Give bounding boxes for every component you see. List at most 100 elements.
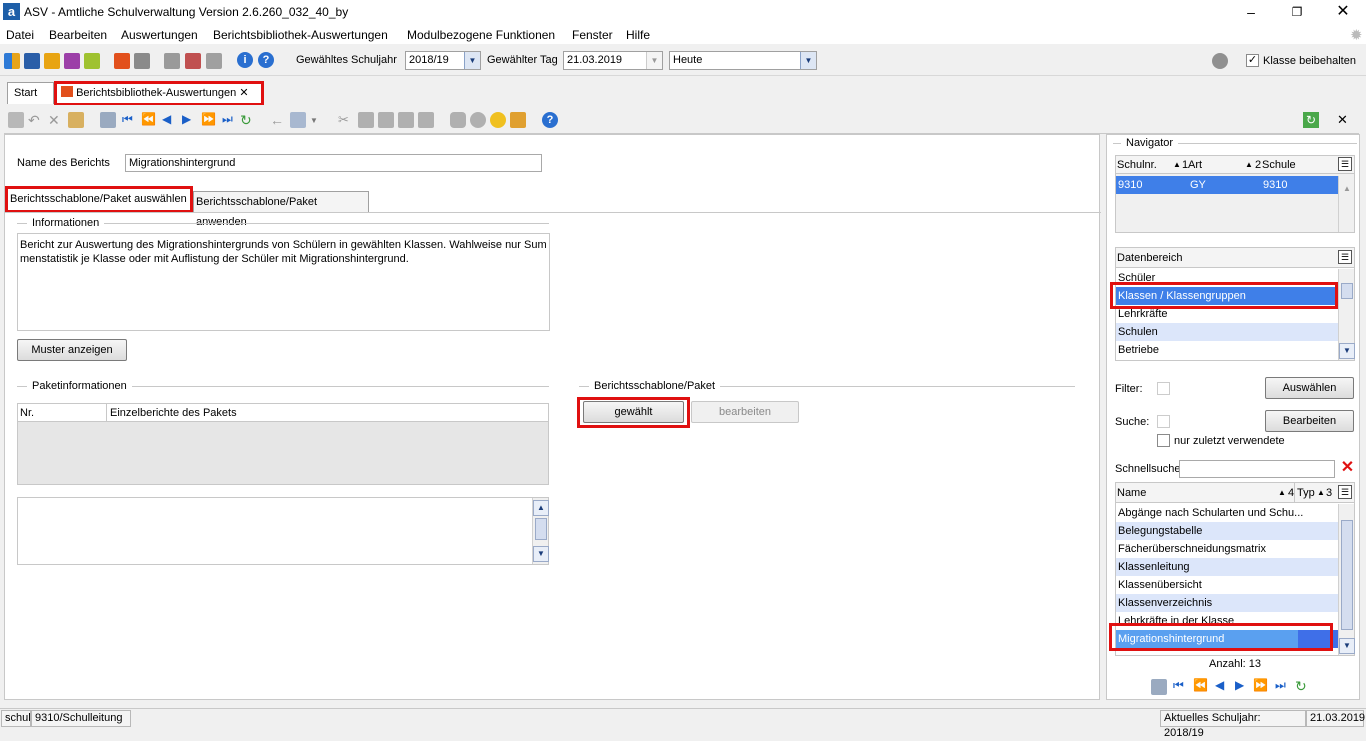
menu-auswertungen[interactable]: Auswertungen	[121, 28, 198, 42]
class-icon[interactable]	[24, 53, 40, 69]
document-icon[interactable]	[1151, 679, 1167, 695]
info-icon[interactable]: i	[237, 52, 253, 68]
help-icon[interactable]: ?	[542, 112, 558, 128]
column-chooser-icon[interactable]: ☰	[1338, 485, 1352, 499]
clipboard-icon[interactable]	[398, 112, 414, 128]
refresh-icon[interactable]: ↻	[240, 112, 252, 129]
search-doc-icon[interactable]	[470, 112, 486, 128]
menu-fenster[interactable]: Fenster	[572, 28, 613, 42]
scroll-down-icon[interactable]: ▼	[533, 546, 549, 562]
scroll-up-icon[interactable]: ▲	[533, 500, 549, 516]
schnellsuche-input[interactable]	[1179, 460, 1335, 478]
last-icon[interactable]: ⏭	[222, 112, 233, 127]
list-item[interactable]: Belegungstabelle	[1116, 522, 1338, 540]
menu-datei[interactable]: Datei	[6, 28, 34, 42]
copy-icon[interactable]	[358, 112, 374, 128]
back-icon[interactable]: ◀	[1215, 678, 1224, 692]
column-chooser-icon[interactable]: ☰	[1338, 157, 1352, 171]
paste-icon[interactable]	[378, 112, 394, 128]
chat-icon[interactable]	[64, 53, 80, 69]
forward-icon[interactable]: ▶	[1235, 678, 1244, 692]
new-document-icon[interactable]	[290, 112, 306, 128]
sort-up-icon[interactable]: ▲	[1317, 483, 1325, 503]
close-icon[interactable]: ✕	[239, 87, 248, 99]
auswaehlen-button[interactable]: Auswählen	[1265, 377, 1354, 399]
cut-icon[interactable]: ✂	[338, 112, 349, 128]
message-icon[interactable]	[84, 53, 100, 69]
chevron-down-icon[interactable]: ▼	[464, 52, 480, 69]
calculator-icon[interactable]	[134, 53, 150, 69]
fast-forward-icon[interactable]: ⏩	[1253, 678, 1268, 692]
menu-hilfe[interactable]: Hilfe	[626, 28, 650, 42]
menu-berichtsbibliothek[interactable]: Berichtsbibliothek-Auswertungen	[213, 28, 388, 42]
tab-start[interactable]: Start ✕	[7, 82, 54, 119]
scroll-down-icon[interactable]: ▼	[1339, 343, 1355, 359]
refresh-icon[interactable]: ↻	[1295, 678, 1307, 695]
print-icon[interactable]	[450, 112, 466, 128]
menu-modulbezogene-funktionen[interactable]: Modulbezogene Funktionen	[407, 28, 555, 42]
close-window-button[interactable]: ✕	[1320, 0, 1366, 24]
tool-icon[interactable]	[510, 112, 526, 128]
people-icon[interactable]	[4, 53, 20, 69]
scroll-thumb[interactable]	[1341, 283, 1353, 299]
first-icon[interactable]: ⏮	[1173, 678, 1184, 693]
chevron-down-icon[interactable]: ▼	[800, 52, 816, 69]
paint-icon[interactable]	[418, 112, 434, 128]
first-icon[interactable]: ⏮	[122, 112, 133, 127]
fast-back-icon[interactable]: ⏪	[141, 112, 156, 126]
column-chooser-icon[interactable]: ☰	[1338, 250, 1352, 264]
bearbeiten-button[interactable]: bearbeiten	[691, 401, 799, 423]
filter-checkbox[interactable]	[1157, 382, 1170, 395]
back-icon[interactable]: ◀	[162, 112, 171, 126]
refresh-navigator-icon[interactable]: ↻	[1303, 112, 1319, 128]
lightning-icon[interactable]	[206, 53, 222, 69]
detail-scrollbar[interactable]: ▲ ▼	[532, 498, 549, 564]
delete-icon[interactable]: ✕	[48, 112, 60, 129]
klasse-beibehalten-checkbox[interactable]: ✓	[1246, 54, 1259, 67]
minimize-button[interactable]: –	[1228, 0, 1274, 24]
schulen-scrollbar[interactable]: ▲	[1338, 176, 1354, 232]
list-item[interactable]: Fächerüberschneidungsmatrix	[1116, 540, 1338, 558]
scroll-thumb[interactable]	[1341, 520, 1353, 630]
book-icon[interactable]	[114, 53, 130, 69]
heute-select[interactable]: Heute ▼	[669, 51, 817, 70]
clear-search-icon[interactable]: ✕	[1339, 459, 1356, 477]
list-item[interactable]: Klassenübersicht	[1116, 576, 1338, 594]
undo-icon[interactable]: ↶	[28, 112, 40, 129]
menu-bearbeiten[interactable]: Bearbeiten	[49, 28, 107, 42]
suche-checkbox[interactable]	[1157, 415, 1170, 428]
sort-up-icon[interactable]: ▲	[1245, 156, 1253, 174]
chevron-down-icon[interactable]: ▼	[310, 116, 318, 125]
lock-icon[interactable]	[1212, 53, 1228, 69]
schuljahr-select[interactable]: 2018/19 ▼	[405, 51, 481, 70]
save-icon[interactable]	[8, 112, 24, 128]
chevron-down-icon[interactable]: ▼	[646, 52, 662, 69]
gewaehlt-button[interactable]: gewählt	[583, 401, 684, 423]
help-icon[interactable]: ?	[258, 52, 274, 68]
lightbulb-icon[interactable]	[490, 112, 506, 128]
scroll-thumb[interactable]	[535, 518, 547, 540]
restore-button[interactable]: ❐	[1274, 0, 1320, 24]
document-icon[interactable]	[100, 112, 116, 128]
bearbeiten-nav-button[interactable]: Bearbeiten	[1265, 410, 1354, 432]
teachers-icon[interactable]	[44, 53, 60, 69]
datenbereich-item-schulen[interactable]: Schulen	[1116, 323, 1338, 341]
datenbereich-scrollbar[interactable]: ▼	[1338, 269, 1355, 360]
close-panel-icon[interactable]: ✕	[1337, 112, 1348, 128]
paket-detail-area[interactable]: ▲ ▼	[17, 497, 549, 565]
list-item[interactable]: Abgänge nach Schularten und Schu...	[1116, 504, 1338, 522]
tag-field[interactable]: 21.03.2019 ▼	[563, 51, 663, 70]
name-field[interactable]: Migrationshintergrund	[125, 154, 542, 172]
tab-schablone-anwenden[interactable]: Berichtsschablone/Paket anwenden	[193, 191, 369, 228]
edit-icon[interactable]	[68, 112, 84, 128]
datenbereich-item-betriebe[interactable]: Betriebe	[1116, 341, 1338, 359]
schulen-row[interactable]: 9310 GY 9310	[1116, 176, 1338, 194]
list-item[interactable]: Klassenverzeichnis	[1116, 594, 1338, 612]
berichte-scrollbar[interactable]: ▼	[1338, 504, 1355, 655]
sort-up-icon[interactable]: ▲	[1278, 483, 1286, 503]
last-icon[interactable]: ⏭	[1275, 678, 1286, 693]
calendar-icon[interactable]	[185, 53, 201, 69]
arrow-left-icon[interactable]: ←	[270, 112, 284, 128]
fast-back-icon[interactable]: ⏪	[1193, 678, 1208, 692]
tab-schablone-auswaehlen[interactable]: Berichtsschablone/Paket auswählen	[8, 189, 190, 210]
